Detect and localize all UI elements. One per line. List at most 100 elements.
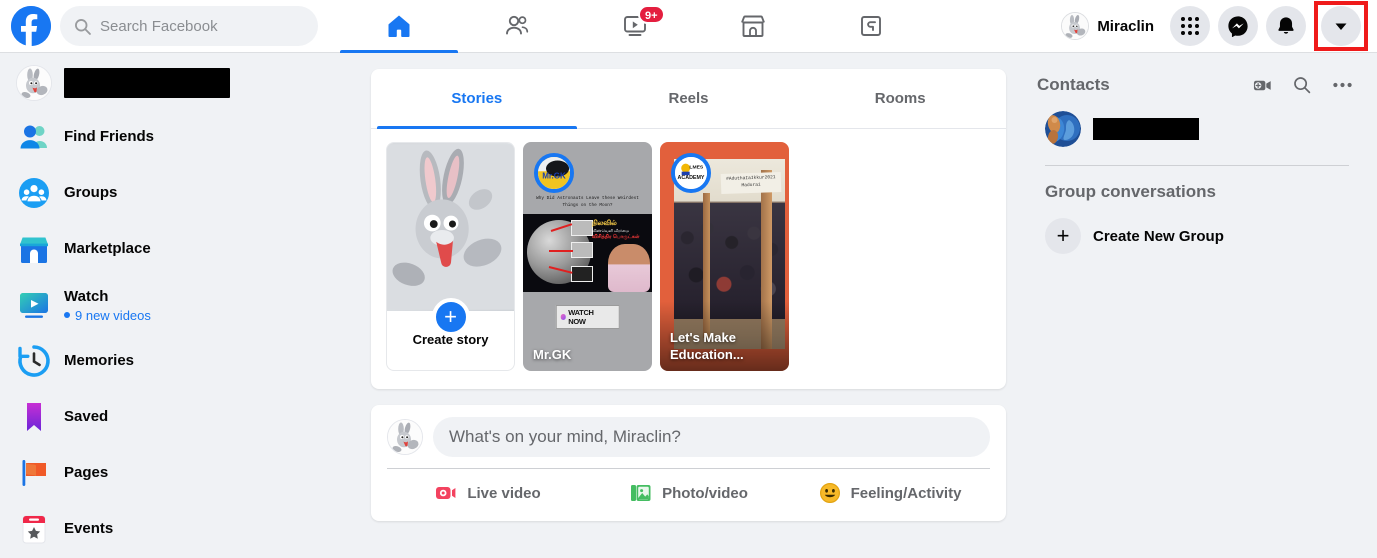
avatar [1061,12,1089,40]
tab-rooms[interactable]: Rooms [794,69,1006,128]
create-story-card[interactable]: + Create story [386,142,515,371]
create-new-group-label: Create New Group [1093,228,1224,245]
sidebar-item-saved[interactable]: Saved [8,395,352,439]
contacts-search-button[interactable] [1287,70,1317,100]
sidebar-item-sublabel: 9 new videos [64,308,151,323]
create-new-group-button[interactable]: + Create New Group [1037,214,1357,258]
new-indicator-dot [64,312,70,318]
sidebar-item-label: Pages [64,464,108,482]
feeling-activity-label: Feeling/Activity [851,485,962,502]
saved-bookmark-icon [16,399,52,435]
contacts-title: Contacts [1037,75,1110,95]
composer-placeholder: What's on your mind, Miraclin? [449,427,681,447]
watch-now-dot [560,314,566,320]
event-banner: #AduthaIaIkkur2021 Madurai [721,172,782,194]
sidebar-item-events[interactable]: Events [8,507,352,551]
marketplace-icon [739,12,767,40]
nav-tab-friends[interactable] [458,0,576,53]
sidebar-item-pages[interactable]: Pages [8,451,352,495]
live-video-label: Live video [467,485,540,502]
search-placeholder: Search Facebook [100,18,218,35]
watch-badge: 9+ [638,5,665,24]
tab-reels[interactable]: Reels [583,69,795,128]
photo-video-label: Photo/video [662,485,748,502]
sidebar-item-profile[interactable] [8,61,352,105]
nav-tab-home[interactable] [340,0,458,53]
live-video-button[interactable]: Live video [387,475,588,511]
sidebar-item-memories[interactable]: Memories [8,339,352,383]
feeling-activity-button[interactable]: Feeling/Activity [789,475,990,511]
home-icon [385,12,413,40]
menu-button[interactable] [1170,6,1210,46]
nav-tab-marketplace[interactable] [694,0,812,53]
composer-input[interactable]: What's on your mind, Miraclin? [433,417,990,457]
new-video-room-button[interactable] [1247,70,1277,100]
stories-list: + Create story Mr.GK Why Did Astro [371,129,1006,389]
feeling-activity-icon [818,481,842,505]
facebook-page: Search Facebook [0,0,1377,558]
story-title: Let's Make Education... [670,330,781,364]
search-icon [1293,76,1311,94]
chevron-down-icon [1334,19,1348,33]
contact-name-redacted [1093,118,1199,140]
thumb-caption-line3: விசித்திர பொருட்கள் [592,234,648,240]
sidebar-item-watch[interactable]: Watch 9 new videos [8,283,352,327]
watch-now-label: WATCH NOW [568,308,613,326]
video-plus-icon [1253,76,1272,95]
account-profile-button[interactable]: Miraclin [1058,9,1162,43]
sidebar-item-find-friends[interactable]: Find Friends [8,115,352,159]
search-input[interactable]: Search Facebook [60,6,318,46]
contact-list-item[interactable] [1037,107,1357,151]
profile-avatar [16,65,52,101]
top-navigation-bar: Search Facebook [0,0,1377,53]
memories-clock-icon [16,343,52,379]
watch-new-videos-count: 9 new videos [75,308,151,323]
svg-text:ACADEMY: ACADEMY [678,175,705,181]
composer-top-row: What's on your mind, Miraclin? [387,417,990,457]
plus-icon: + [1045,218,1081,254]
sidebar-item-label: Memories [64,352,134,370]
sidebar-item-marketplace[interactable]: Marketplace [8,227,352,271]
messenger-icon [1227,15,1249,37]
sidebar-watch-text: Watch 9 new videos [64,288,151,323]
composer-divider [387,468,990,469]
group-conversations-title: Group conversations [1045,182,1357,202]
sidebar-item-label: Saved [64,408,108,426]
contacts-divider [1045,165,1349,166]
marketplace-color-icon [16,231,52,267]
account-name: Miraclin [1097,18,1154,35]
left-sidebar: Find Friends Groups [0,53,360,558]
header-nav-tabs: 9+ [340,0,930,53]
more-horizontal-icon [1333,82,1352,88]
composer-actions: Live video Photo/video [387,475,990,511]
contacts-options-button[interactable] [1327,70,1357,100]
tab-stories[interactable]: Stories [371,69,583,128]
account-dropdown-button[interactable] [1321,6,1361,46]
story-card-education[interactable]: #AduthaIaIkkur2021 Madurai LMES ACADEMY [660,142,789,371]
sidebar-item-groups[interactable]: Groups [8,171,352,215]
sidebar-item-label: Find Friends [64,128,154,146]
photo-video-button[interactable]: Photo/video [588,475,789,511]
tab-label: Stories [451,90,502,107]
watch-now-badge: WATCH NOW [555,305,620,329]
contacts-actions [1247,70,1357,100]
header-left-section: Search Facebook [0,6,340,46]
groups-icon [857,12,885,40]
stories-card: Stories Reels Rooms [371,69,1006,389]
facebook-logo[interactable] [11,6,51,46]
story-author-avatar: Mr.GK [534,153,574,193]
friends-icon [503,12,531,40]
sidebar-item-label: Groups [64,184,117,202]
story-author-avatar: LMES ACADEMY [671,153,711,193]
composer-avatar[interactable] [387,419,423,455]
nav-tab-watch[interactable]: 9+ [576,0,694,53]
messenger-button[interactable] [1218,6,1258,46]
story-card-mrgk[interactable]: Mr.GK Why Did Astronauts Leave these Wei… [523,142,652,371]
contact-avatar [1045,111,1081,147]
sidebar-item-label: Marketplace [64,240,151,258]
thumb-caption: நிலவில் விண்வெளி வீரர்மை விசித்திர பொருட… [592,219,648,240]
nav-tab-groups[interactable] [812,0,930,53]
pages-flag-icon [16,455,52,491]
post-composer-card: What's on your mind, Miraclin? Live vide… [371,405,1006,521]
notifications-button[interactable] [1266,6,1306,46]
